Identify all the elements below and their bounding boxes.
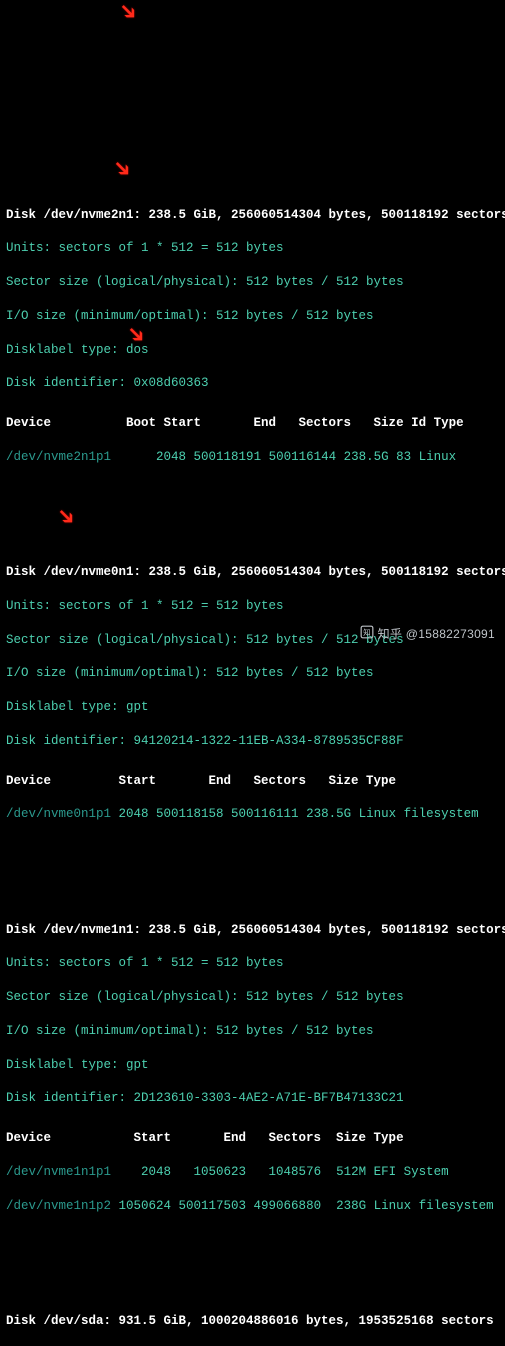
disk-label-type: Disklabel type: dos	[6, 342, 499, 359]
device-values: 2048 1050623 1048576 512M EFI System	[111, 1165, 449, 1179]
disk-sector-size: Sector size (logical/physical): 512 byte…	[6, 274, 499, 291]
device-path: /dev/nvme0n1p1	[6, 807, 111, 821]
annotation-arrow-icon: ➔	[110, 0, 144, 30]
device-path: /dev/nvme1n1p1	[6, 1165, 111, 1179]
disk-identifier: Disk identifier: 94120214-1322-11EB-A334…	[6, 733, 499, 750]
table-row: /dev/nvme1n1p2 1050624 500117503 4990668…	[6, 1198, 499, 1215]
disk-identifier: Disk identifier: 2D123610-3303-4AE2-A71E…	[6, 1090, 499, 1107]
partition-table-header: Device Start End Sectors Size Type	[6, 773, 499, 790]
disk-block: Disk /dev/nvme1n1: 238.5 GiB, 2560605143…	[6, 905, 499, 1232]
device-values: 1050624 500117503 499066880 238G Linux f…	[111, 1199, 494, 1213]
zhihu-icon: 知	[345, 608, 374, 659]
disk-sector-size: Sector size (logical/physical): 512 byte…	[6, 989, 499, 1006]
disk-header: Disk /dev/nvme0n1: 238.5 GiB, 2560605143…	[6, 564, 499, 581]
disk-label-type: Disklabel type: gpt	[6, 1057, 499, 1074]
table-row: /dev/nvme0n1p1 2048 500118158 500116111 …	[6, 806, 499, 823]
device-values: 2048 500118158 500116111 238.5G Linux fi…	[111, 807, 479, 821]
disk-io-size: I/O size (minimum/optimal): 512 bytes / …	[6, 1023, 499, 1040]
disk-units: Units: sectors of 1 * 512 = 512 bytes	[6, 240, 499, 257]
annotation-arrow-icon: ➔	[104, 153, 138, 187]
annotation-arrow-icon: ➔	[48, 501, 82, 535]
disk-header: Disk /dev/nvme1n1: 238.5 GiB, 2560605143…	[6, 922, 499, 939]
partition-table-header: Device Boot Start End Sectors Size Id Ty…	[6, 415, 499, 432]
table-row: /dev/nvme2n1p1 2048 500118191 500116144 …	[6, 449, 499, 466]
disk-io-size: I/O size (minimum/optimal): 512 bytes / …	[6, 308, 499, 325]
watermark: 知 知乎 @15882273091	[345, 608, 495, 659]
table-row: /dev/nvme1n1p1 2048 1050623 1048576 512M…	[6, 1164, 499, 1181]
device-values: 2048 500118191 500116144 238.5G 83 Linux	[156, 450, 456, 464]
disk-header: Disk /dev/sda: 931.5 GiB, 1000204886016 …	[6, 1313, 499, 1330]
disk-identifier: Disk identifier: 0x08d60363	[6, 375, 499, 392]
disk-label-type: Disklabel type: gpt	[6, 699, 499, 716]
device-spacer	[111, 450, 156, 464]
disk-io-size: I/O size (minimum/optimal): 512 bytes / …	[6, 665, 499, 682]
disk-header: Disk /dev/nvme2n1: 238.5 GiB, 2560605143…	[6, 207, 499, 224]
device-path: /dev/nvme2n1p1	[6, 450, 111, 464]
disk-block: Disk /dev/sda: 931.5 GiB, 1000204886016 …	[6, 1296, 499, 1346]
svg-text:知: 知	[363, 627, 371, 637]
disk-block: Disk /dev/nvme2n1: 238.5 GiB, 2560605143…	[6, 190, 499, 483]
partition-table-header: Device Start End Sectors Size Type	[6, 1130, 499, 1147]
disk-units: Units: sectors of 1 * 512 = 512 bytes	[6, 955, 499, 972]
watermark-text: 知乎 @15882273091	[378, 626, 495, 642]
device-path: /dev/nvme1n1p2	[6, 1199, 111, 1213]
disk-block: Disk /dev/nvme0n1: 238.5 GiB, 2560605143…	[6, 547, 499, 840]
